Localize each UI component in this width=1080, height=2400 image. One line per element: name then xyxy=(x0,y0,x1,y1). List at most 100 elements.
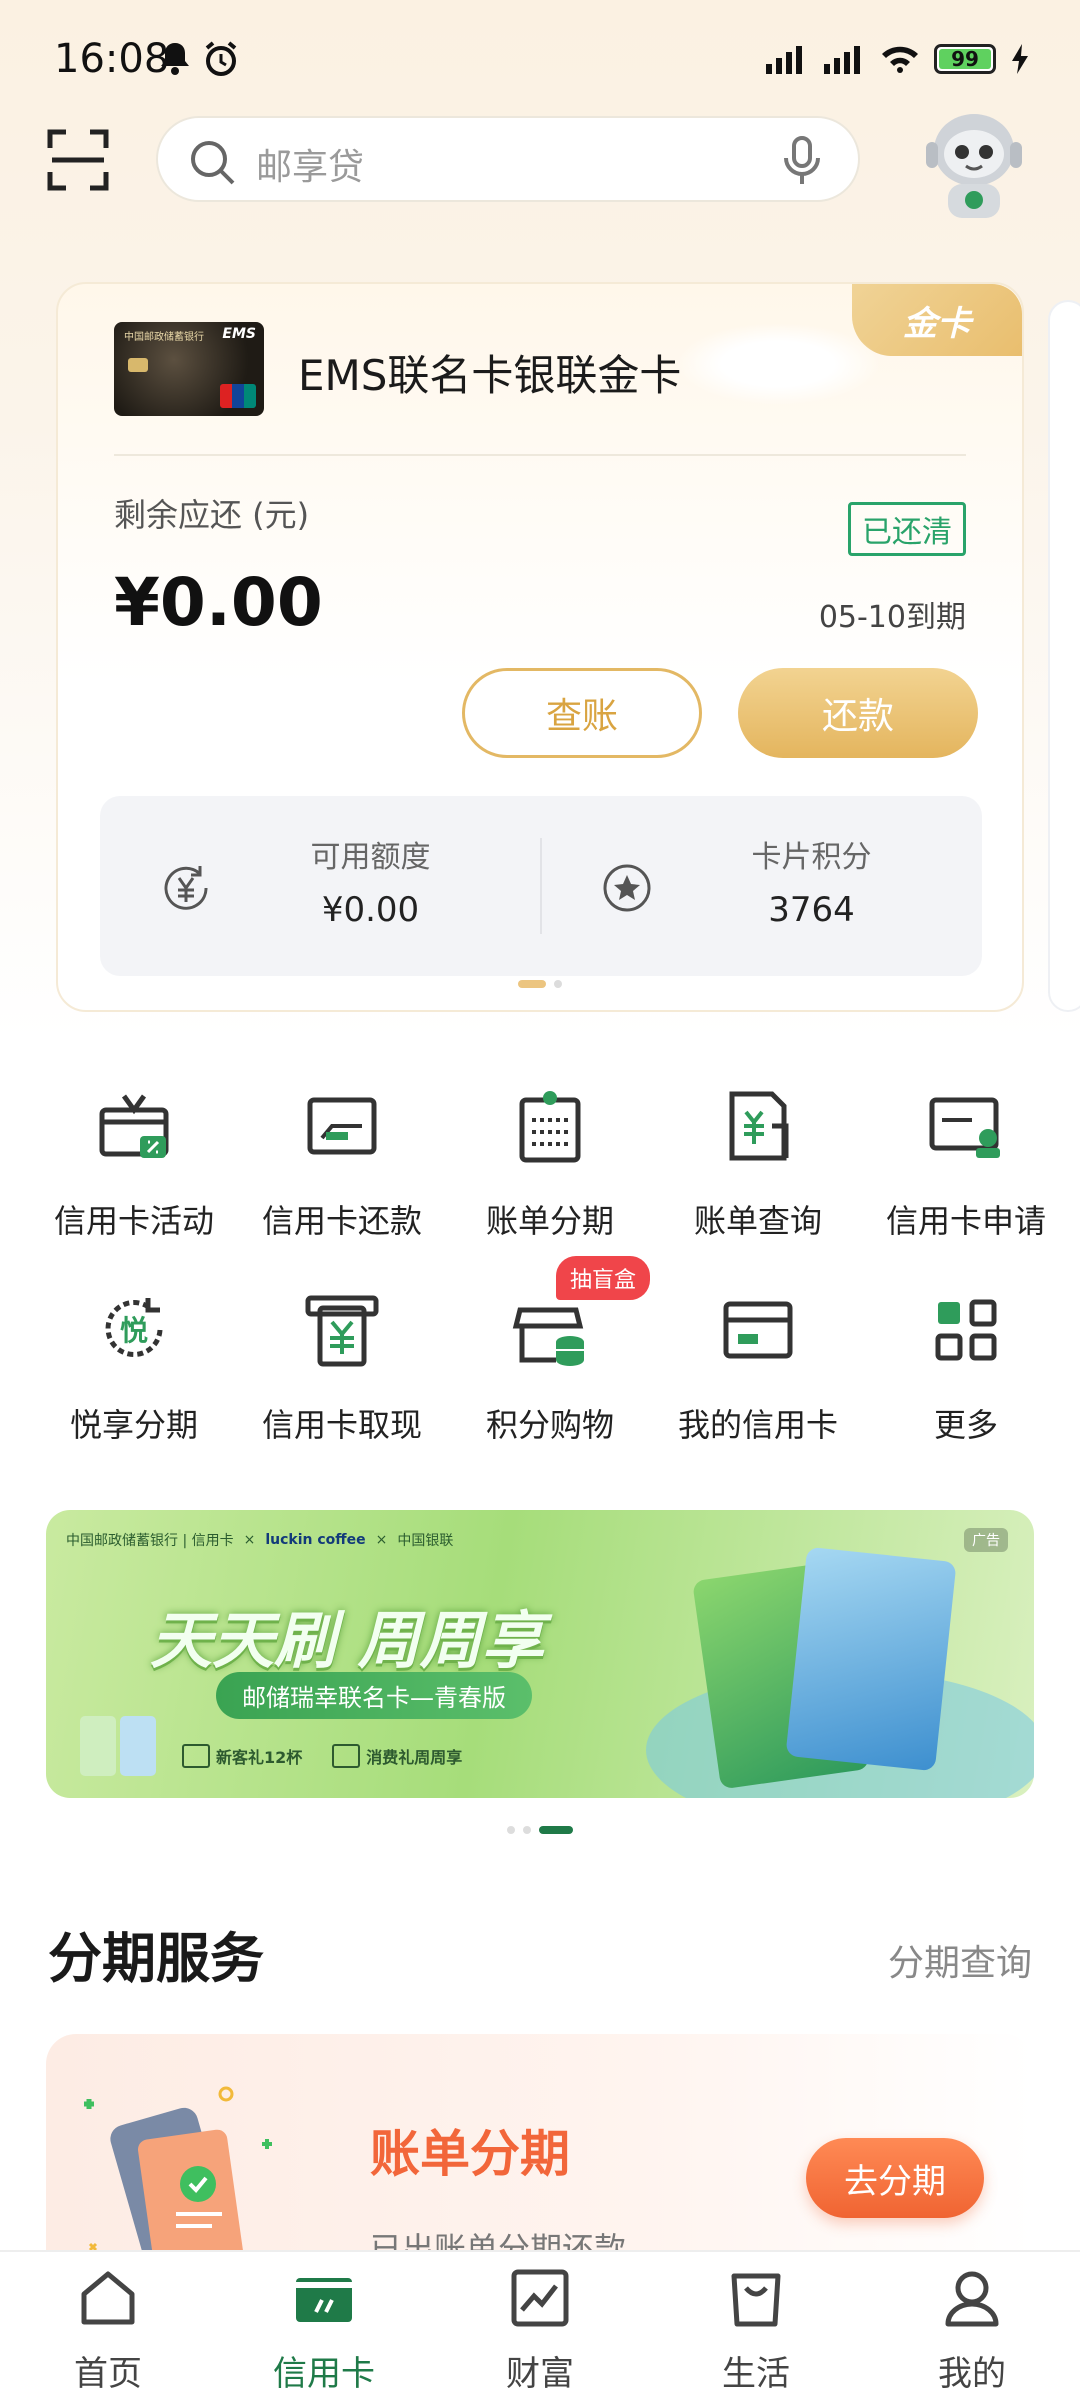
banner-gift: 消费礼周周享 xyxy=(332,1744,462,1768)
bill-installment-icon xyxy=(519,1091,581,1163)
gift-icon xyxy=(332,1744,361,1768)
quick-action-yue-installment[interactable]: 悦 悦享分期 xyxy=(20,1290,228,1470)
banner-gift: 新客礼12杯 xyxy=(182,1744,302,1768)
status-system-icons: 99 xyxy=(764,44,1030,74)
my-card-icon xyxy=(723,1301,793,1359)
unionpay-logo-icon xyxy=(220,384,256,408)
status-bar: 16:08 99 xyxy=(0,0,1080,120)
banner-bank: 中国邮政储蓄银行 | 信用卡 xyxy=(66,1533,234,1549)
status-badge: 已还清 xyxy=(848,502,966,556)
quick-action-label: 信用卡活动 xyxy=(53,1202,214,1240)
quick-action-label: 积分购物 xyxy=(485,1406,614,1444)
banner-card-image xyxy=(785,1546,957,1772)
quick-action-label: 账单分期 xyxy=(485,1202,614,1240)
search-icon xyxy=(191,141,235,185)
quick-action-label: 信用卡还款 xyxy=(261,1202,422,1240)
thumb-brand: EMS xyxy=(222,326,256,342)
nav-home[interactable]: 首页 xyxy=(0,2252,216,2400)
card-points[interactable]: 卡片积分 3764 xyxy=(541,796,982,976)
nav-life[interactable]: 生活 xyxy=(648,2252,864,2400)
alarm-icon xyxy=(205,41,237,76)
quick-action-card-apply[interactable]: 信用卡申请 xyxy=(852,1086,1060,1266)
assistant-robot-avatar[interactable] xyxy=(912,104,1036,224)
card-name[interactable]: EMS联名卡银联金卡 xyxy=(298,342,681,403)
microphone-icon[interactable] xyxy=(782,136,822,186)
banner-gift-text: 消费礼周周享 xyxy=(366,1748,463,1767)
points-label: 卡片积分 xyxy=(751,840,872,875)
credit-card-panel: 金卡 中国邮政储蓄银行 EMS EMS联名卡银联金卡 剩余应还 (元) 已还清 … xyxy=(56,282,1024,1012)
promo-banner[interactable]: 中国邮政储蓄银行 | 信用卡 × luckin coffee × 中国银联 广告… xyxy=(46,1510,1034,1798)
points-shop-icon xyxy=(512,1307,584,1366)
quick-action-points-shop[interactable]: 抽盲盒 积分购物 xyxy=(436,1256,651,1470)
signal-icon xyxy=(824,46,860,74)
thumb-bank-name: 中国邮政储蓄银行 xyxy=(124,332,204,343)
amount-due: ¥0.00 xyxy=(114,564,323,641)
status-time: 16:08 xyxy=(54,36,170,82)
nav-profile[interactable]: 我的 xyxy=(864,2252,1080,2400)
wealth-chart-icon xyxy=(511,2269,569,2327)
search-placeholder: 邮享贷 xyxy=(256,147,365,188)
bill-query-icon xyxy=(729,1091,789,1161)
banner-partner-row: 中国邮政储蓄银行 | 信用卡 × luckin coffee × 中国银联 xyxy=(66,1530,453,1550)
view-statement-button[interactable]: 查账 xyxy=(462,668,702,758)
cash-withdraw-icon xyxy=(305,1295,379,1367)
home-icon xyxy=(81,2271,135,2325)
nav-label: 生活 xyxy=(722,2354,790,2394)
quick-action-cash-withdraw[interactable]: 信用卡取现 xyxy=(228,1290,436,1470)
points-value: 3764 xyxy=(768,890,855,930)
quick-action-card-repay[interactable]: 信用卡还款 xyxy=(228,1086,436,1266)
more-grid-icon xyxy=(935,1299,997,1361)
banner-slogan: 天天刷 周周享 xyxy=(150,1604,544,1677)
scan-icon[interactable] xyxy=(46,128,110,192)
card-info-box: 可用额度 ¥0.00 卡片积分 3764 xyxy=(100,796,982,976)
nav-label: 财富 xyxy=(506,2354,574,2394)
status-notification-icons xyxy=(158,40,240,78)
bottom-nav: 首页 信用卡 财富 生活 我的 xyxy=(0,2250,1080,2400)
ad-tag: 广告 xyxy=(964,1528,1008,1552)
gift-icon xyxy=(182,1744,210,1768)
quick-action-label: 账单查询 xyxy=(693,1202,822,1240)
due-date-suffix: 到期 xyxy=(906,600,966,635)
banner-partner: luckin coffee xyxy=(265,1532,366,1548)
go-installment-button[interactable]: 去分期 xyxy=(806,2138,984,2218)
nav-wealth[interactable]: 财富 xyxy=(432,2252,648,2400)
quick-action-card-activity[interactable]: 信用卡活动 xyxy=(20,1086,228,1266)
card-pager xyxy=(58,980,1022,988)
repay-card-icon xyxy=(307,1097,377,1155)
gift-card-icon xyxy=(99,1094,169,1158)
repay-button[interactable]: 还款 xyxy=(738,668,978,758)
bill-installment-card[interactable]: 账单分期 已出账单分期还款 去分期 xyxy=(46,2034,1034,2284)
shopping-bag-icon xyxy=(731,2273,781,2327)
card-thumbnail[interactable]: 中国邮政储蓄银行 EMS xyxy=(114,322,264,416)
nav-label: 首页 xyxy=(74,2354,142,2394)
banner-gifts: 新客礼12杯 消费礼周周享 xyxy=(182,1744,462,1768)
quick-action-bill-installment[interactable]: 账单分期 xyxy=(436,1086,644,1266)
quick-action-label: 信用卡申请 xyxy=(885,1202,1046,1240)
banner-cross: × xyxy=(243,1532,256,1548)
quick-action-more[interactable]: 更多 xyxy=(852,1290,1060,1470)
pager-dot-active xyxy=(518,980,546,988)
installment-card-title: 账单分期 xyxy=(370,2125,570,2183)
nav-credit-card[interactable]: 信用卡 xyxy=(216,2252,432,2400)
search-input[interactable]: 邮享贷 xyxy=(156,116,860,202)
banner-cross: × xyxy=(375,1532,388,1548)
due-date: 05-10到期 xyxy=(819,592,966,636)
wifi-icon xyxy=(882,46,918,73)
quick-action-label: 悦享分期 xyxy=(69,1406,198,1444)
quick-action-my-card[interactable]: 我的信用卡 xyxy=(644,1290,852,1470)
card-apply-icon xyxy=(929,1097,1000,1158)
available-limit[interactable]: 可用额度 ¥0.00 xyxy=(100,796,541,976)
nav-label: 信用卡 xyxy=(273,2354,375,2394)
yue-installment-icon: 悦 xyxy=(105,1298,163,1357)
quick-action-label: 信用卡取现 xyxy=(261,1406,422,1444)
pager-dot-active xyxy=(539,1826,573,1834)
profile-icon xyxy=(945,2271,999,2327)
battery-indicator: 99 xyxy=(934,44,996,74)
signal-icon xyxy=(766,46,802,74)
next-card-preview[interactable] xyxy=(1048,300,1080,1012)
quick-action-bill-query[interactable]: 账单查询 xyxy=(644,1086,852,1266)
nav-label: 我的 xyxy=(938,2354,1006,2394)
banner-pager xyxy=(0,1826,1080,1834)
battery-level: 99 xyxy=(951,47,979,71)
installment-query-link[interactable]: 分期查询 xyxy=(888,1934,1032,1986)
